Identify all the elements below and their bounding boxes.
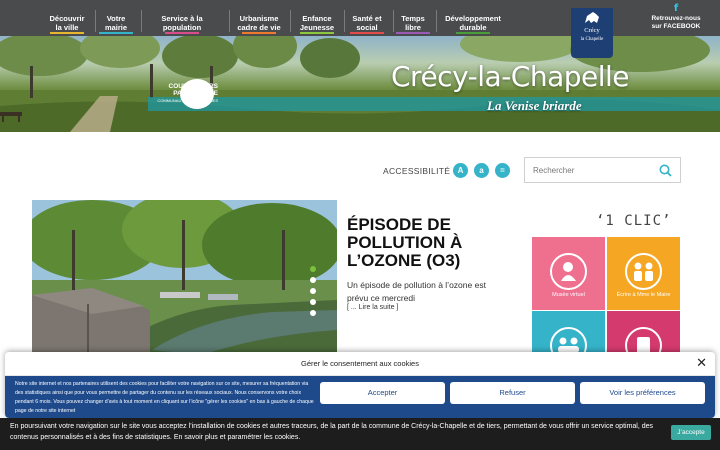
partner-line: COMMUNAUTÉ DE COMMUNES [157,98,218,103]
tile-label: Écrire à Mme le Maire [616,292,671,298]
nav-divider [141,10,142,32]
read-more-link[interactable]: [ ... Lire la suite ] [347,304,398,311]
font-reset-button[interactable]: = [495,163,510,178]
partner-line: COULOMMIERS [168,83,218,90]
slider-dot[interactable] [310,277,316,283]
nav-label: social [356,23,378,32]
nav-label: Service à la [161,14,203,23]
nav-underline [165,32,199,34]
mayor-icon [625,253,662,290]
search-icon[interactable] [659,164,672,182]
nav-label: Temps [401,14,425,23]
city-title: Crécy-la-Chapelle [391,60,630,93]
nav-label: libre [405,23,421,32]
nav-divider [436,10,437,32]
nav-underline [456,32,490,34]
slider-dot[interactable] [310,288,316,294]
logo-text: la Chapelle [580,37,604,42]
cookie-banner-text: En poursuivant votre navigation sur le s… [10,423,654,441]
city-logo[interactable]: Crécy la Chapelle [571,8,613,58]
nav-label: Jeunesse [299,23,335,32]
cookie-consent-dialog: Gérer le consentement aux cookies ✕ Notr… [5,352,715,418]
news-excerpt: Un épisode de pollution à l’ozone est pr… [347,280,486,303]
nav-label: la ville [55,23,79,32]
search-input[interactable] [525,158,655,182]
font-decrease-button[interactable]: a [474,163,489,178]
consent-refuse-button[interactable]: Refuser [450,382,575,404]
consent-accept-button[interactable]: Accepter [320,382,445,404]
crest-icon [585,12,599,23]
close-icon[interactable]: ✕ [696,356,707,372]
nav-label: population [162,23,202,32]
nav-label: mairie [104,23,128,32]
nav-item-mairie[interactable]: Votre mairie [99,0,133,36]
nav-item-developpement-durable[interactable]: Développement durable [444,0,502,36]
news-image[interactable] [32,200,337,355]
search-box [524,157,681,183]
nav-underline [99,32,133,34]
nav-divider [290,10,291,32]
nav-label: Développement [445,14,501,23]
nav-label: cadre de vie [237,23,281,32]
tile-musee-virtuel[interactable]: Musée virtuel [532,237,605,310]
cookie-banner: En poursuivant votre navigation sur le s… [0,418,720,450]
slider-pagination [310,266,316,321]
city-subtitle: La Venise briarde [487,98,582,113]
nav-underline [396,32,430,34]
nav-divider [95,10,96,32]
facebook-label: Retrouvez-nous [651,15,701,22]
hero-teal-band [148,97,720,111]
nav-item-temps-libre[interactable]: Temps libre [396,0,430,36]
facebook-link[interactable]: f Retrouvez-nous sur FACEBOOK [648,2,704,31]
quick-links-title: ‘1 CLIC’ [596,213,672,229]
facebook-icon: f [673,3,679,14]
cookie-accept-button[interactable]: J’accepte [671,425,711,440]
slider-dot[interactable] [310,299,316,305]
consent-preferences-button[interactable]: Voir les préférences [580,382,705,404]
nav-underline [350,32,384,34]
news-title[interactable]: ÉPISODE DE POLLUTION À L’OZONE (O3) [347,216,517,270]
nav-item-urbanisme[interactable]: Urbanisme cadre de vie [236,0,282,36]
logo-text: Crécy [584,27,600,34]
nav-divider [229,10,230,32]
nav-label: Urbanisme [239,14,279,23]
nav-label: durable [459,23,487,32]
consent-text: Notre site internet et nos partenaires u… [15,381,314,414]
nav-label: Enfance [302,14,332,23]
museum-icon [550,253,587,290]
nav-item-decouvrir[interactable]: Découvrir la ville [48,0,86,36]
nav-item-sante[interactable]: Santé et social [350,0,384,36]
facebook-label: sur FACEBOOK [651,23,701,30]
page: Découvrir la ville Votre mairie Service … [0,0,720,450]
nav-label: Votre [106,14,126,23]
nav-label: Santé et [352,14,382,23]
consent-title: Gérer le consentement aux cookies [5,352,715,376]
tile-ecrire-maire[interactable]: Écrire à Mme le Maire [607,237,680,310]
tile-label: Musée virtuel [552,292,585,298]
nav-item-enfance[interactable]: Enfance Jeunesse [298,0,336,36]
slider-dot[interactable] [310,310,316,316]
slider-dot[interactable] [310,266,316,272]
partner-line: PAYS DE BRIE [173,90,218,97]
nav-label: Découvrir [49,14,85,23]
font-increase-button[interactable]: A [453,163,468,178]
nav-item-service-population[interactable]: Service à la population [156,0,208,36]
nav-underline [300,32,334,34]
nav-underline [242,32,276,34]
partner-logo[interactable]: COULOMMIERS PAYS DE BRIE COMMUNAUTÉ DE C… [140,83,218,104]
accessibility-label: ACCESSIBILITÉ [383,166,451,176]
nav-underline [50,32,84,34]
nav-divider [393,10,394,32]
nav-divider [344,10,345,32]
consent-body: Notre site internet et nos partenaires u… [5,376,715,418]
